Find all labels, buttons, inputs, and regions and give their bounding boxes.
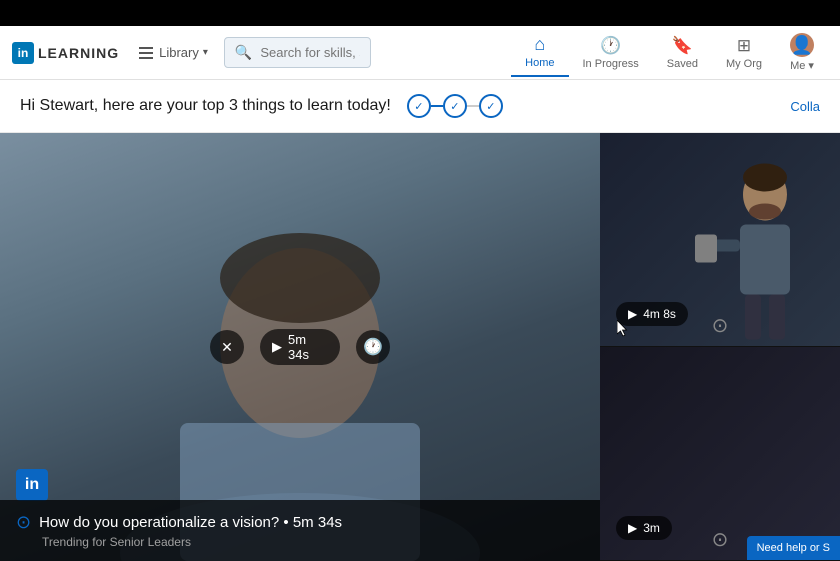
greeting-bar: Hi Stewart, here are your top 3 things t… bbox=[0, 80, 840, 133]
nav-item-home[interactable]: ⌂ Home bbox=[511, 28, 568, 77]
progress-circles: ✓ ✓ ✓ bbox=[407, 94, 503, 118]
brand-label: LEARNING bbox=[38, 45, 119, 61]
card2-check: ⊙ bbox=[712, 527, 729, 552]
featured-title-row: ⊙ How do you operationalize a vision? • … bbox=[16, 512, 584, 533]
card1-check: ⊙ bbox=[712, 313, 729, 338]
bookmark-icon: 🔖 bbox=[672, 36, 693, 56]
clock-icon: 🕐 bbox=[600, 36, 621, 56]
card2-duration: 3m bbox=[643, 521, 660, 535]
hamburger-icon bbox=[139, 47, 153, 59]
grid-icon: ⊞ bbox=[737, 36, 751, 56]
step-2: ✓ bbox=[443, 94, 467, 118]
card1-play-badge[interactable]: ▶ 4m 8s bbox=[616, 302, 688, 326]
avatar-icon: 👤 bbox=[791, 35, 813, 56]
check-icon: ⊙ bbox=[16, 512, 31, 533]
play-icon-2: ▶ bbox=[628, 307, 637, 321]
navbar: in LEARNING Library ▾ 🔍 ⌂ Home 🕐 In Prog… bbox=[0, 26, 840, 80]
search-bar: 🔍 bbox=[224, 37, 371, 68]
search-icon: 🔍 bbox=[235, 44, 252, 61]
library-button[interactable]: Library ▾ bbox=[131, 41, 216, 64]
nav-item-my-org[interactable]: ⊞ My Org bbox=[712, 30, 776, 76]
featured-subtitle: Trending for Senior Leaders bbox=[16, 535, 584, 549]
close-button[interactable]: ✕ bbox=[210, 330, 244, 364]
nav-me-label: Me ▾ bbox=[790, 59, 814, 72]
side-card-1[interactable]: ▶ 4m 8s ⊙ bbox=[600, 133, 840, 347]
nav-item-me[interactable]: 👤 Me ▾ bbox=[776, 27, 828, 78]
featured-title: How do you operationalize a vision? • 5m… bbox=[39, 514, 342, 531]
controls-overlay: ✕ ▶ 5m 34s 🕐 bbox=[210, 329, 390, 365]
greeting-text: Hi Stewart, here are your top 3 things t… bbox=[20, 97, 391, 115]
side-card-2[interactable]: ▶ 3m ⊙ Need help or S bbox=[600, 347, 840, 561]
card2-play-badge[interactable]: ▶ 3m bbox=[616, 516, 672, 540]
play-duration: 5m 34s bbox=[288, 332, 328, 362]
featured-card[interactable]: ✕ ▶ 5m 34s 🕐 in ⊙ How do you operational… bbox=[0, 133, 600, 561]
greeting-collab[interactable]: Colla bbox=[790, 99, 820, 114]
linkedin-icon: in bbox=[12, 42, 34, 64]
linkedin-watermark: in bbox=[16, 469, 48, 501]
nav-item-saved[interactable]: 🔖 Saved bbox=[653, 30, 712, 76]
help-button[interactable]: Need help or S bbox=[747, 536, 840, 560]
library-chevron-icon: ▾ bbox=[203, 47, 208, 58]
play-icon-3: ▶ bbox=[628, 521, 637, 535]
nav-my-org-label: My Org bbox=[726, 58, 762, 70]
library-label: Library bbox=[159, 45, 199, 60]
featured-info: ⊙ How do you operationalize a vision? • … bbox=[0, 500, 600, 561]
linkedin-logo[interactable]: in LEARNING bbox=[12, 42, 119, 64]
nav-items: ⌂ Home 🕐 In Progress 🔖 Saved ⊞ My Org 👤 … bbox=[511, 27, 828, 78]
nav-saved-label: Saved bbox=[667, 58, 698, 70]
side-cards: ▶ 4m 8s ⊙ ▶ 3m ⊙ Need help or S bbox=[600, 133, 840, 561]
greeting-left: Hi Stewart, here are your top 3 things t… bbox=[20, 94, 503, 118]
play-icon: ▶ bbox=[272, 339, 282, 355]
step-3: ✓ bbox=[479, 94, 503, 118]
search-input[interactable] bbox=[260, 45, 359, 60]
play-button[interactable]: ▶ 5m 34s bbox=[260, 329, 340, 365]
connector-1 bbox=[431, 105, 443, 107]
connector-2 bbox=[467, 105, 479, 107]
home-icon: ⌂ bbox=[534, 34, 545, 55]
nav-item-in-progress[interactable]: 🕐 In Progress bbox=[569, 30, 653, 76]
top-black-bar bbox=[0, 0, 840, 26]
main-content: ✕ ▶ 5m 34s 🕐 in ⊙ How do you operational… bbox=[0, 133, 840, 561]
nav-home-label: Home bbox=[525, 57, 554, 69]
step-1: ✓ bbox=[407, 94, 431, 118]
schedule-button[interactable]: 🕐 bbox=[356, 330, 390, 364]
nav-in-progress-label: In Progress bbox=[583, 58, 639, 70]
card1-duration: 4m 8s bbox=[643, 307, 676, 321]
